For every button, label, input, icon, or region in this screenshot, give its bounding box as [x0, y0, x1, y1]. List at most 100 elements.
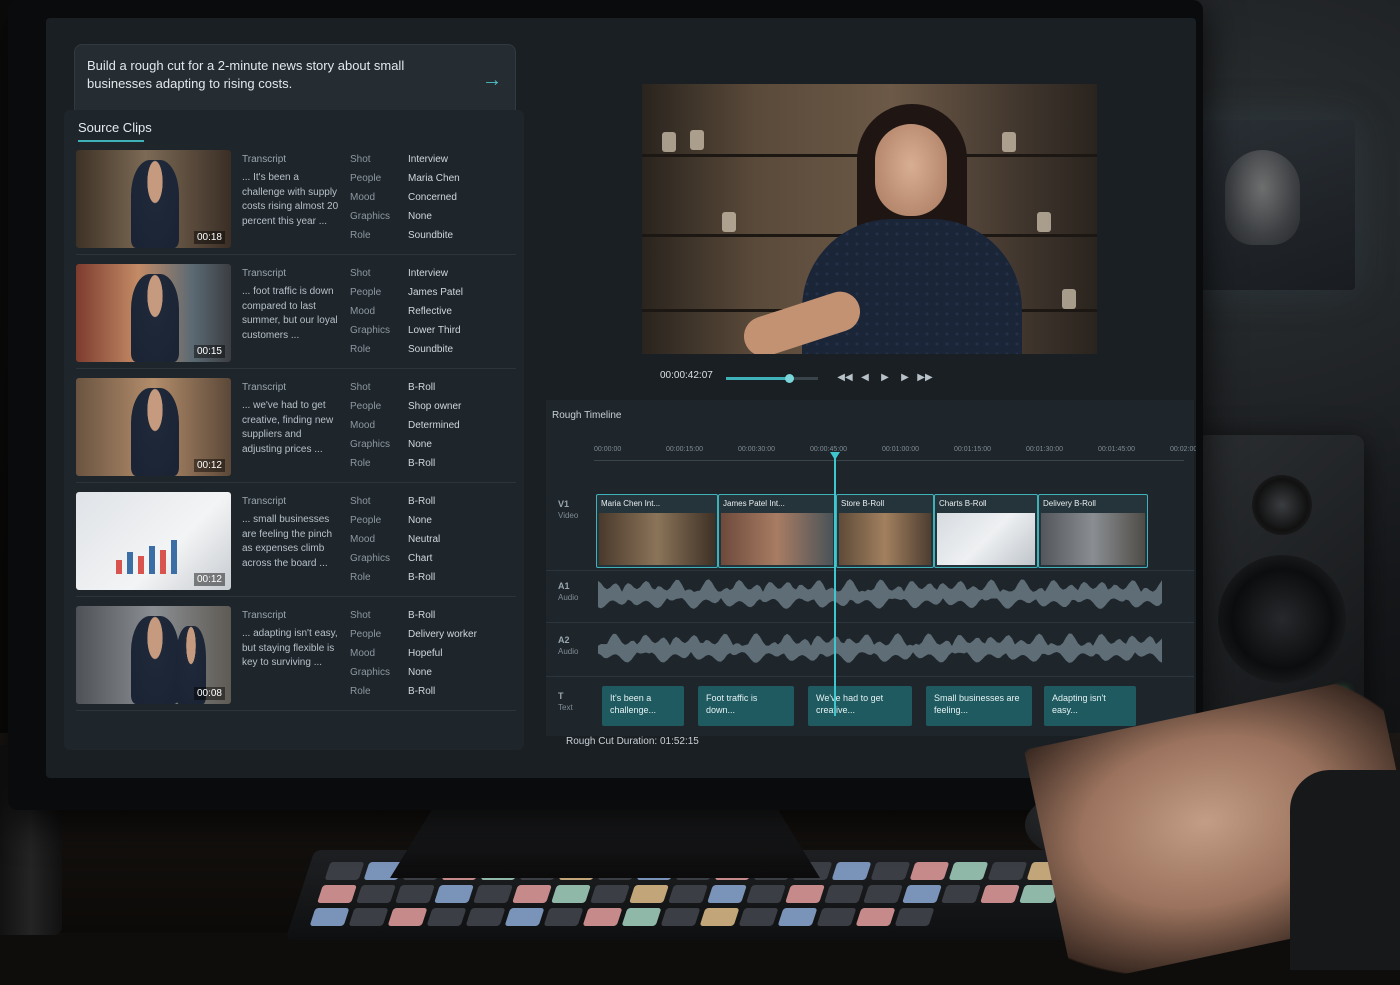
- prompt-text[interactable]: Build a rough cut for a 2-minute news st…: [87, 57, 467, 93]
- source-clip-item[interactable]: 00:18 Transcript ... It's been a challeng…: [76, 150, 516, 255]
- clip-tags: Shot Interview People James Patel Mood Reflec…: [350, 268, 520, 363]
- audio-waveform-a2[interactable]: [598, 632, 1162, 666]
- step-back-icon[interactable]: ◀: [856, 368, 874, 386]
- tag-value: None: [408, 515, 432, 526]
- video-clip-name: James Patel Int...: [723, 499, 785, 508]
- video-preview[interactable]: [642, 84, 1097, 354]
- tag-value: None: [408, 211, 432, 222]
- keyboard-key: [395, 885, 435, 903]
- tag-key: Role: [350, 572, 371, 583]
- send-arrow-icon[interactable]: →: [479, 67, 505, 93]
- tag-value: None: [408, 667, 432, 678]
- timeline-text-clip[interactable]: It's been a challenge...: [602, 686, 684, 726]
- tag-key: Role: [350, 344, 371, 355]
- timeline-text-clip[interactable]: We've had to get creative...: [808, 686, 912, 726]
- ruler-tick: 00:00:30:00: [738, 446, 775, 453]
- keyboard-key: [831, 862, 872, 880]
- tag-key: Graphics: [350, 439, 391, 450]
- timeline-video-clip[interactable]: James Patel Int...: [718, 494, 836, 568]
- tag-value: Hopeful: [408, 648, 443, 659]
- tag-key: Mood: [350, 192, 376, 203]
- tag-key: Mood: [350, 420, 376, 431]
- tag-value: Neutral: [408, 534, 441, 545]
- scrub-progress: [726, 377, 789, 380]
- keyboard-key: [777, 908, 818, 926]
- scrub-bar[interactable]: [726, 374, 818, 383]
- keyboard-key: [948, 862, 989, 880]
- transcript-label: Transcript: [242, 382, 287, 393]
- clip-thumbnail[interactable]: 00:18: [76, 150, 231, 248]
- skip-back-icon[interactable]: ◀◀: [836, 368, 854, 386]
- ruler-tick: 00:02:00:00: [1170, 446, 1196, 453]
- tag-key: Graphics: [350, 553, 391, 564]
- time-ruler[interactable]: 00:00:00 00:00:15:00 00:00:30:00 00:00:45:0…: [594, 446, 1196, 461]
- step-forward-icon[interactable]: ▶: [896, 368, 914, 386]
- keyboard-key: [870, 862, 911, 880]
- video-clip-name: Charts B-Roll: [939, 499, 987, 508]
- keyboard-key: [707, 885, 747, 903]
- audio-waveform-a1[interactable]: [598, 578, 1162, 612]
- ai-prompt-box[interactable]: Build a rough cut for a 2-minute news st…: [74, 44, 516, 118]
- tag-value: Concerned: [408, 192, 457, 203]
- timeline-title: Rough Timeline: [552, 410, 622, 421]
- keyboard-key: [894, 908, 935, 926]
- clip-thumbnail[interactable]: 00:15: [76, 264, 231, 362]
- playhead[interactable]: [834, 456, 836, 716]
- timeline-video-clip[interactable]: Maria Chen Int...: [596, 494, 718, 568]
- source-clip-item[interactable]: 00:08 Transcript ... adapting isn't easy,…: [76, 606, 516, 711]
- timeline-video-clip[interactable]: Store B-Roll: [836, 494, 934, 568]
- clip-thumbnail[interactable]: 00:12: [76, 492, 231, 590]
- tag-value: Shop owner: [408, 401, 462, 412]
- tag-key: Shot: [350, 154, 371, 165]
- ruler-tick: 00:01:30:00: [1026, 446, 1063, 453]
- tag-key: Shot: [350, 268, 371, 279]
- transcript-label: Transcript: [242, 610, 287, 621]
- rough-cut-duration: Rough Cut Duration: 01:52:15: [566, 736, 699, 747]
- timeline-text-clip[interactable]: Foot traffic is down...: [698, 686, 794, 726]
- timeline-text-clip[interactable]: Small businesses are feeling...: [926, 686, 1032, 726]
- clip-transcript: ... adapting isn't easy, but staying fle…: [242, 628, 338, 668]
- video-clip-thumbnail: [721, 513, 833, 565]
- interview-subject: [738, 104, 1022, 354]
- keyboard-key: [465, 908, 506, 926]
- track-t-label: T Text: [558, 691, 573, 712]
- playback-controls: 00:00:42:07 ◀◀ ◀ ▶ ▶ ▶▶: [660, 368, 940, 388]
- track-a1-label: A1 Audio: [558, 581, 579, 602]
- video-clip-name: Delivery B-Roll: [1043, 499, 1096, 508]
- keyboard-key: [816, 908, 857, 926]
- tag-value: B-Roll: [408, 496, 436, 507]
- transcript-label: Transcript: [242, 268, 287, 279]
- timeline-text-clip[interactable]: Adapting isn't easy...: [1044, 686, 1136, 726]
- video-clip-thumbnail: [599, 513, 715, 565]
- clip-thumbnail[interactable]: 00:12: [76, 378, 231, 476]
- source-clips-title: Source Clips: [78, 120, 152, 135]
- keyboard-key: [324, 862, 365, 880]
- transcript-label: Transcript: [242, 154, 287, 165]
- clip-tags: Shot B-Roll People None Mood Neutral Graphics C…: [350, 496, 520, 591]
- track-v1-label: V1 Video: [558, 499, 579, 520]
- tag-key: Shot: [350, 610, 371, 621]
- keyboard-key: [387, 908, 428, 926]
- tag-value: Delivery worker: [408, 629, 477, 640]
- clip-thumbnail[interactable]: 00:08: [76, 606, 231, 704]
- tag-value: B-Roll: [408, 572, 436, 583]
- ruler-tick: 00:01:15:00: [954, 446, 991, 453]
- keyboard-key: [660, 908, 701, 926]
- clip-duration: 00:08: [193, 687, 225, 700]
- timeline-video-clip[interactable]: Delivery B-Roll: [1038, 494, 1148, 568]
- play-icon[interactable]: ▶: [876, 368, 894, 386]
- clip-duration: 00:12: [193, 573, 225, 586]
- keyboard-key: [855, 908, 896, 926]
- keyboard-key: [317, 885, 357, 903]
- scrub-handle[interactable]: [784, 374, 794, 383]
- timeline-video-clip[interactable]: Charts B-Roll: [934, 494, 1038, 568]
- skip-forward-icon[interactable]: ▶▶: [916, 368, 934, 386]
- keyboard-key: [824, 885, 864, 903]
- clip-duration: 00:15: [193, 345, 225, 358]
- source-clip-item[interactable]: 00:12 Transcript ... small businesses are…: [76, 492, 516, 597]
- tag-key: Role: [350, 230, 371, 241]
- tag-value: James Patel: [408, 287, 464, 298]
- keyboard-key: [785, 885, 825, 903]
- source-clip-item[interactable]: 00:12 Transcript ... we've had to get cre…: [76, 378, 516, 483]
- source-clip-item[interactable]: 00:15 Transcript ... foot traffic is down…: [76, 264, 516, 369]
